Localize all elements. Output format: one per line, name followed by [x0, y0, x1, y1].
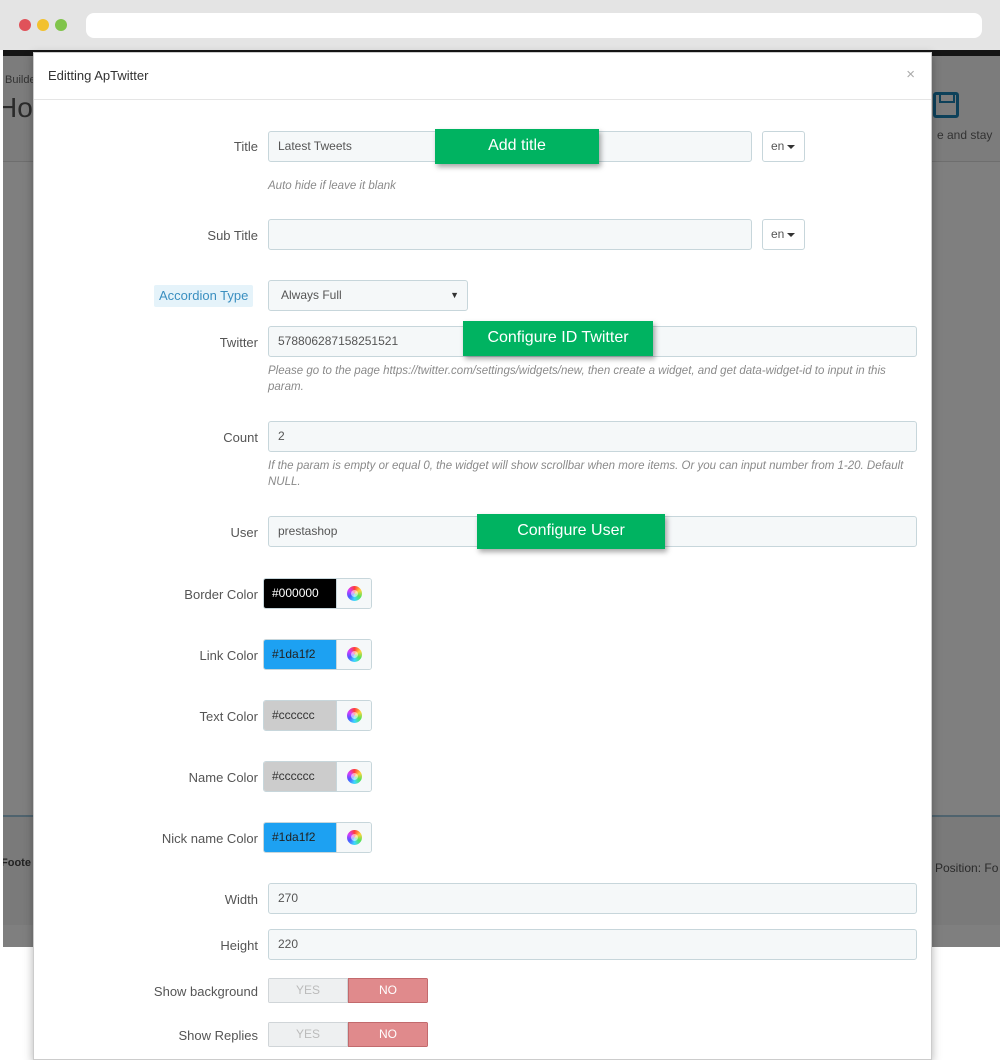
show-replies-no[interactable]: NO	[348, 1022, 428, 1047]
text-color-value[interactable]: #cccccc	[264, 701, 336, 730]
show-replies-yes[interactable]: YES	[268, 1022, 348, 1047]
color-picker-button[interactable]	[336, 701, 371, 730]
color-wheel-icon	[347, 830, 362, 845]
user-label: User	[230, 525, 258, 540]
accordion-type-select[interactable]: Always Full ▼	[268, 280, 468, 311]
title-label: Title	[233, 139, 258, 154]
color-picker-button[interactable]	[336, 640, 371, 669]
width-label: Width	[224, 892, 258, 907]
title-help-text: Auto hide if leave it blank	[268, 180, 396, 192]
color-wheel-icon	[347, 647, 362, 662]
color-wheel-icon	[347, 769, 362, 784]
link-color-label: Link Color	[199, 648, 258, 663]
link-color-value[interactable]: #1da1f2	[264, 640, 336, 669]
address-bar[interactable]	[86, 13, 982, 38]
height-label: Height	[220, 938, 258, 953]
caret-down-icon	[787, 232, 796, 237]
height-input[interactable]: 220	[268, 929, 917, 960]
link-color-picker[interactable]: #1da1f2	[263, 639, 372, 670]
count-input[interactable]: 2	[268, 421, 917, 452]
text-color-label: Text Color	[199, 709, 258, 724]
count-label: Count	[223, 430, 258, 445]
name-color-label: Name Color	[188, 770, 258, 785]
show-background-label: Show background	[153, 984, 258, 999]
subtitle-language-dropdown[interactable]: en	[762, 219, 805, 250]
maximize-window-dot[interactable]	[55, 19, 67, 31]
title-language-dropdown[interactable]: en	[762, 131, 805, 162]
twitter-help-text: Please go to the page https://twitter.co…	[268, 365, 886, 393]
subtitle-input[interactable]	[268, 219, 752, 250]
minimize-window-dot[interactable]	[37, 19, 49, 31]
color-picker-button[interactable]	[336, 579, 371, 608]
name-color-value[interactable]: #cccccc	[264, 762, 336, 791]
color-picker-button[interactable]	[336, 823, 371, 852]
caret-down-icon	[787, 144, 796, 149]
count-help-text: If the param is empty or equal 0, the wi…	[268, 460, 904, 488]
color-wheel-icon	[347, 586, 362, 601]
show-background-yes[interactable]: YES	[268, 978, 348, 1003]
show-background-no[interactable]: NO	[348, 978, 428, 1003]
close-window-dot[interactable]	[19, 19, 31, 31]
callout-configure-id-twitter: Configure ID Twitter	[463, 321, 653, 356]
subtitle-label: Sub Title	[207, 228, 258, 243]
subtitle-language-label: en	[771, 227, 785, 241]
accordion-type-label: Accordion Type	[154, 285, 254, 307]
title-language-label: en	[771, 139, 785, 153]
modal-title: Editting ApTwitter	[48, 68, 149, 83]
close-icon[interactable]: ×	[906, 66, 915, 83]
nick-name-color-picker[interactable]: #1da1f2	[263, 822, 372, 853]
edit-widget-modal: Editting ApTwitter × Title Latest Tweets…	[33, 52, 932, 1060]
callout-configure-user: Configure User	[477, 514, 665, 549]
modal-header: Editting ApTwitter ×	[34, 53, 931, 100]
color-wheel-icon	[347, 708, 362, 723]
name-color-picker[interactable]: #cccccc	[263, 761, 372, 792]
text-color-picker[interactable]: #cccccc	[263, 700, 372, 731]
nick-name-color-label: Nick name Color	[161, 831, 258, 846]
color-picker-button[interactable]	[336, 762, 371, 791]
border-color-picker[interactable]: #000000	[263, 578, 372, 609]
nick-name-color-value[interactable]: #1da1f2	[264, 823, 336, 852]
dropdown-arrow-icon: ▼	[450, 290, 459, 300]
border-color-label: Border Color	[184, 587, 258, 602]
callout-add-title: Add title	[435, 129, 599, 164]
twitter-label: Twitter	[219, 335, 258, 350]
show-replies-toggle[interactable]: YES NO	[268, 1022, 428, 1047]
show-replies-label: Show Replies	[178, 1028, 259, 1043]
accordion-type-value: Always Full	[281, 288, 342, 302]
browser-chrome	[0, 0, 1000, 50]
show-background-toggle[interactable]: YES NO	[268, 978, 428, 1003]
border-color-value[interactable]: #000000	[264, 579, 336, 608]
width-input[interactable]: 270	[268, 883, 917, 914]
